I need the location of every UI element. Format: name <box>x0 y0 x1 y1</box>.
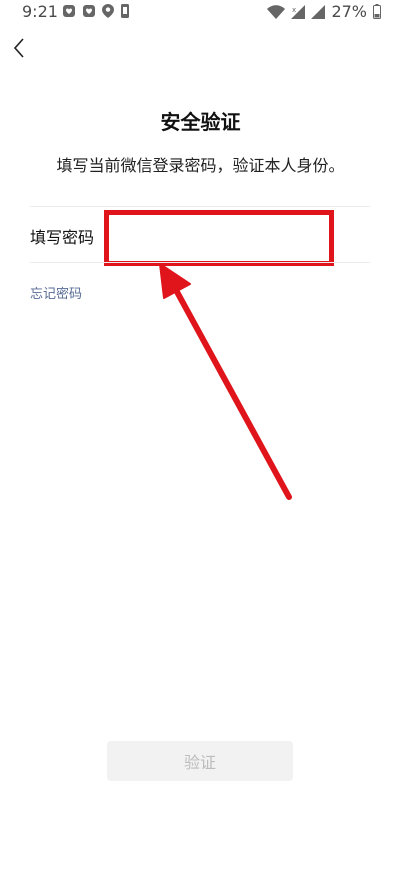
battery-icon <box>373 4 381 19</box>
wifi-icon <box>267 4 286 19</box>
chevron-left-icon <box>13 38 24 58</box>
status-icons-left <box>62 4 130 18</box>
divider-top <box>30 206 370 207</box>
location-icon <box>102 4 114 18</box>
page-subtitle: 填写当前微信登录密码，验证本人身份。 <box>56 156 345 175</box>
app-notification-icon <box>83 5 95 17</box>
battery-percent: 27% <box>331 2 367 21</box>
app-notification-icon <box>63 5 75 17</box>
screen: 9:21 x 27% 安全验证 填写当前微信登录密码，验证本人身份。 填写密码 … <box>0 0 401 875</box>
divider-bottom <box>30 262 370 263</box>
page-title: 安全验证 <box>160 110 241 134</box>
forgot-password-link[interactable]: 忘记密码 <box>30 283 82 302</box>
svg-text:x: x <box>292 6 296 14</box>
signal-icon: x <box>291 4 306 19</box>
status-time: 9:21 <box>22 2 58 21</box>
signal-icon <box>311 4 326 19</box>
verify-button[interactable]: 验证 <box>107 741 293 781</box>
status-bar: 9:21 x 27% <box>0 0 401 24</box>
status-icons-right: x 27% <box>267 2 381 21</box>
back-button[interactable] <box>8 36 30 60</box>
phone-icon <box>121 4 129 18</box>
password-label: 填写密码 <box>30 228 95 247</box>
highlight-box <box>104 210 334 266</box>
